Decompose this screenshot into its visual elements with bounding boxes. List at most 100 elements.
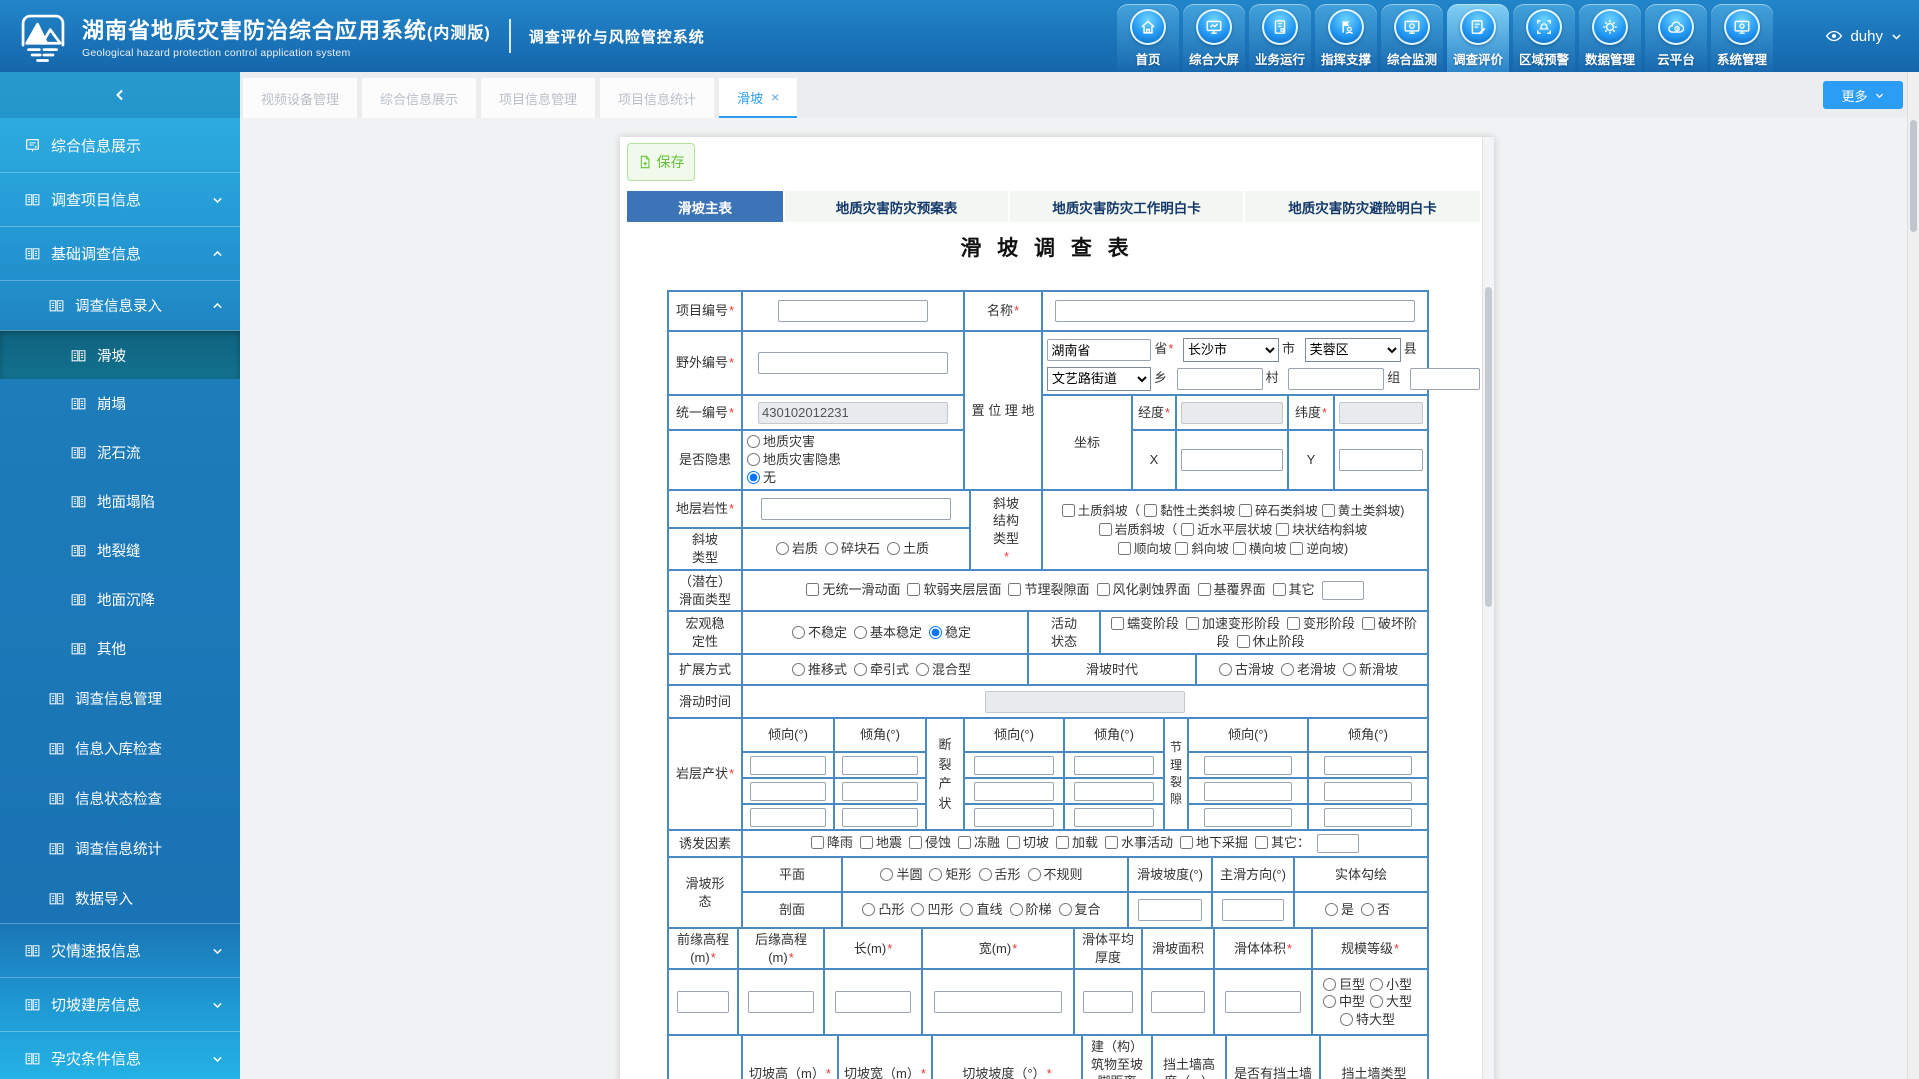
radio-input[interactable] bbox=[792, 663, 805, 676]
tab-video-device-management[interactable]: 视频设备管理 bbox=[243, 78, 357, 118]
sidebar-item-ground-collapse[interactable]: 地面塌陷 bbox=[0, 477, 240, 526]
radio-option[interactable]: 地质灾害隐患 bbox=[747, 451, 959, 469]
radio-option[interactable]: 地质灾害 bbox=[747, 433, 959, 451]
nav-item-business[interactable]: 业务运行 bbox=[1249, 4, 1311, 72]
radio-input[interactable] bbox=[979, 868, 992, 881]
checkbox-option[interactable]: 侵蚀 bbox=[909, 835, 951, 850]
radio-option[interactable]: 半圆 bbox=[880, 867, 922, 882]
radio-option[interactable]: 中型 bbox=[1323, 994, 1365, 1009]
sidebar-item-ground-subsidence[interactable]: 地面沉降 bbox=[0, 575, 240, 624]
more-button[interactable]: 更多 bbox=[1823, 81, 1903, 109]
checkbox-input[interactable] bbox=[860, 836, 873, 849]
rock-angle-input[interactable] bbox=[842, 782, 918, 801]
joint-angle-input[interactable] bbox=[1324, 808, 1412, 827]
rear-elevation-input[interactable] bbox=[748, 991, 814, 1013]
radio-input[interactable] bbox=[1343, 663, 1356, 676]
sidebar-item-disaster-condition-info[interactable]: 孕灾条件信息 bbox=[0, 1031, 240, 1079]
checkbox-input[interactable] bbox=[1062, 504, 1075, 517]
radio-option[interactable]: 小型 bbox=[1370, 977, 1412, 992]
checkbox-option[interactable]: 其它 bbox=[1273, 582, 1315, 597]
nav-item-command[interactable]: 指挥支撑 bbox=[1315, 4, 1377, 72]
slope-degree-input[interactable] bbox=[1138, 899, 1202, 921]
nav-item-data-management[interactable]: 数据管理 bbox=[1579, 4, 1641, 72]
radio-input[interactable] bbox=[854, 663, 867, 676]
radio-option[interactable]: 复合 bbox=[1059, 902, 1101, 917]
radio-option[interactable]: 岩质 bbox=[776, 541, 818, 556]
radio-option[interactable]: 否 bbox=[1361, 902, 1390, 917]
radio-input[interactable] bbox=[747, 435, 760, 448]
checkbox-input[interactable] bbox=[909, 836, 922, 849]
radio-option[interactable]: 不稳定 bbox=[792, 625, 847, 640]
fault-dip-input[interactable] bbox=[974, 808, 1054, 827]
tab-project-info-statistics[interactable]: 项目信息统计 bbox=[600, 78, 714, 118]
panel-scrollbar-thumb[interactable] bbox=[1485, 287, 1492, 607]
province-input[interactable] bbox=[1047, 339, 1151, 361]
checkbox-option[interactable]: 蠕变阶段 bbox=[1111, 616, 1179, 631]
page-scrollbar[interactable] bbox=[1907, 72, 1919, 1079]
radio-option[interactable]: 混合型 bbox=[916, 662, 971, 677]
joint-angle-input[interactable] bbox=[1324, 782, 1412, 801]
rock-dip-input[interactable] bbox=[750, 808, 826, 827]
checkbox-input[interactable] bbox=[1273, 583, 1286, 596]
checkbox-option[interactable]: 加速变形阶段 bbox=[1186, 616, 1280, 631]
radio-input[interactable] bbox=[1281, 663, 1294, 676]
radio-option[interactable]: 推移式 bbox=[792, 662, 847, 677]
checkbox-option[interactable]: 休止阶段 bbox=[1237, 634, 1305, 649]
radio-input[interactable] bbox=[1370, 995, 1383, 1008]
checkbox-option[interactable]: 切坡 bbox=[1007, 835, 1049, 850]
sidebar-item-basic-survey-info[interactable]: 基础调查信息 bbox=[0, 226, 240, 280]
field-no-input[interactable] bbox=[758, 352, 948, 374]
checkbox-option[interactable]: 加载 bbox=[1056, 835, 1098, 850]
checkbox-input[interactable] bbox=[1181, 523, 1194, 536]
group-input[interactable] bbox=[1288, 368, 1384, 390]
checkbox-input[interactable] bbox=[1056, 836, 1069, 849]
radio-option[interactable]: 是 bbox=[1325, 902, 1354, 917]
nav-item-survey-evaluation[interactable]: 调查评价 bbox=[1447, 4, 1509, 72]
main-direction-input[interactable] bbox=[1222, 899, 1284, 921]
radio-input[interactable] bbox=[1323, 978, 1336, 991]
radio-option[interactable]: 牵引式 bbox=[854, 662, 909, 677]
option-extra-input[interactable] bbox=[1317, 834, 1359, 853]
tab-comprehensive-info-display[interactable]: 综合信息展示 bbox=[362, 78, 476, 118]
form-tab-landslide-main[interactable]: 滑坡主表 bbox=[627, 191, 785, 222]
joint-dip-input[interactable] bbox=[1204, 756, 1292, 775]
county-select[interactable]: 芙蓉区 bbox=[1305, 338, 1401, 362]
form-tab-work-card[interactable]: 地质灾害防灾工作明白卡 bbox=[1010, 191, 1245, 222]
checkbox-input[interactable] bbox=[1097, 583, 1110, 596]
checkbox-option[interactable]: 风化剥蚀界面 bbox=[1097, 582, 1191, 597]
checkbox-input[interactable] bbox=[1186, 617, 1199, 630]
coord-y-input[interactable] bbox=[1339, 449, 1423, 471]
radio-option[interactable]: 土质 bbox=[887, 541, 929, 556]
radio-input[interactable] bbox=[1361, 903, 1374, 916]
sidebar-item-info-storage-check[interactable]: 信息入库检查 bbox=[0, 723, 240, 773]
joint-dip-input[interactable] bbox=[1204, 808, 1292, 827]
form-tab-prevention-plan[interactable]: 地质灾害防灾预案表 bbox=[785, 191, 1010, 222]
longitude-input[interactable] bbox=[1181, 402, 1283, 424]
fault-dip-input[interactable] bbox=[974, 782, 1054, 801]
checkbox-input[interactable] bbox=[907, 583, 920, 596]
checkbox-input[interactable] bbox=[1198, 583, 1211, 596]
checkbox-input[interactable] bbox=[1099, 523, 1112, 536]
form-tab-avoidance-card[interactable]: 地质灾害防灾避险明白卡 bbox=[1245, 191, 1480, 222]
checkbox-option[interactable]: 黄土类斜坡) bbox=[1322, 504, 1405, 518]
sidebar-item-survey-info-management[interactable]: 调查信息管理 bbox=[0, 673, 240, 723]
town-select[interactable]: 文艺路街道 bbox=[1047, 367, 1151, 391]
radio-option[interactable]: 凸形 bbox=[862, 902, 904, 917]
checkbox-option[interactable]: 岩质斜坡（ bbox=[1099, 523, 1178, 537]
length-input[interactable] bbox=[835, 991, 911, 1013]
radio-option[interactable]: 碎块石 bbox=[825, 541, 880, 556]
nav-item-system-management[interactable]: 系统管理 bbox=[1711, 4, 1773, 72]
radio-input[interactable] bbox=[929, 626, 942, 639]
radio-option[interactable]: 特大型 bbox=[1340, 1012, 1395, 1027]
checkbox-input[interactable] bbox=[806, 583, 819, 596]
checkbox-option[interactable]: 无统一滑动面 bbox=[806, 582, 900, 597]
radio-option[interactable]: 基本稳定 bbox=[854, 625, 922, 640]
latitude-input[interactable] bbox=[1339, 402, 1423, 424]
group-extra-input[interactable] bbox=[1410, 368, 1480, 390]
checkbox-input[interactable] bbox=[1118, 542, 1131, 555]
radio-option[interactable]: 矩形 bbox=[929, 867, 971, 882]
radio-option[interactable]: 新滑坡 bbox=[1343, 662, 1398, 677]
checkbox-option[interactable]: 基覆界面 bbox=[1198, 582, 1266, 597]
radio-input[interactable] bbox=[916, 663, 929, 676]
radio-input[interactable] bbox=[747, 453, 760, 466]
